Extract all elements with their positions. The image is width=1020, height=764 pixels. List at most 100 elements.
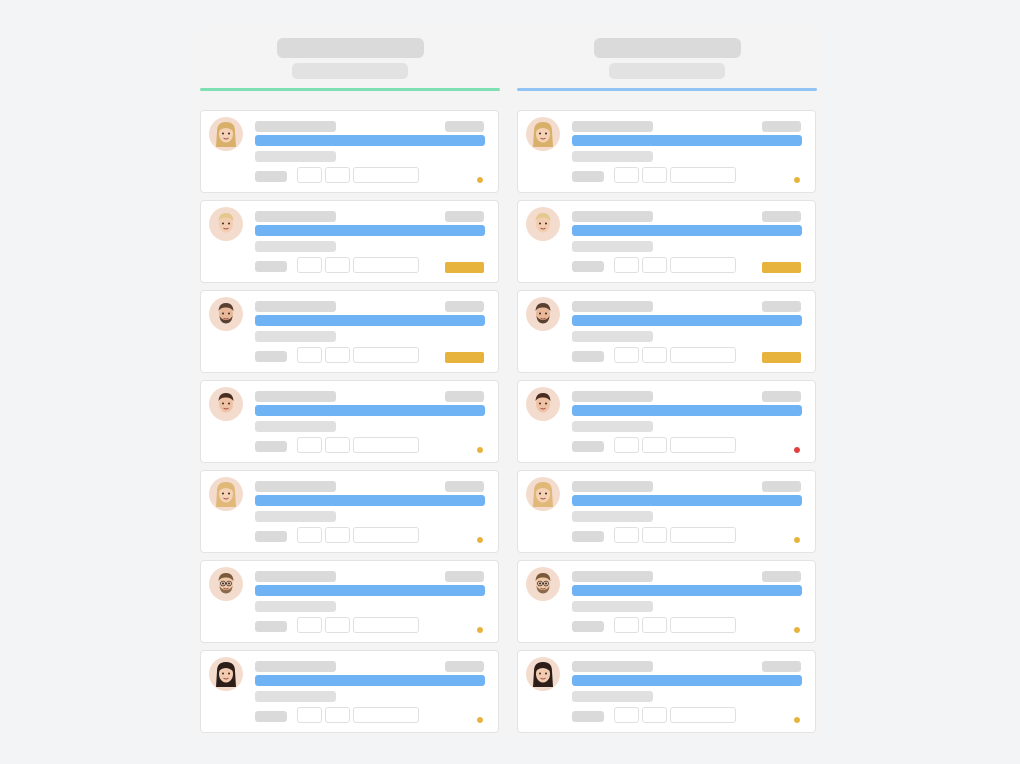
card-action-button[interactable] <box>297 167 322 183</box>
task-tag-placeholder <box>572 441 604 452</box>
assignee-name-placeholder <box>255 211 336 222</box>
card-action-button-wide[interactable] <box>353 437 419 453</box>
task-card[interactable] <box>200 380 499 463</box>
task-card[interactable] <box>200 470 499 553</box>
task-title-placeholder[interactable] <box>255 585 485 596</box>
task-title-placeholder[interactable] <box>572 585 802 596</box>
avatar-man-glasses-icon <box>209 567 243 601</box>
card-action-button-wide[interactable] <box>670 257 736 273</box>
card-action-button-wide[interactable] <box>353 167 419 183</box>
task-card[interactable] <box>200 560 499 643</box>
column-header <box>517 26 817 92</box>
status-dot <box>794 717 800 723</box>
task-card[interactable] <box>200 110 499 193</box>
card-action-button[interactable] <box>614 437 639 453</box>
date-placeholder <box>445 661 484 672</box>
card-action-button[interactable] <box>325 257 350 273</box>
card-action-button[interactable] <box>297 707 322 723</box>
task-title-placeholder[interactable] <box>255 675 485 686</box>
card-action-button[interactable] <box>325 437 350 453</box>
card-action-button[interactable] <box>642 437 667 453</box>
card-action-button-wide[interactable] <box>670 167 736 183</box>
card-action-button-wide[interactable] <box>353 707 419 723</box>
task-subtitle-placeholder <box>255 691 336 702</box>
card-action-button[interactable] <box>297 257 322 273</box>
card-action-button[interactable] <box>642 347 667 363</box>
card-action-button[interactable] <box>297 347 322 363</box>
card-action-button[interactable] <box>325 707 350 723</box>
card-action-button[interactable] <box>614 257 639 273</box>
card-action-button[interactable] <box>614 707 639 723</box>
card-action-button[interactable] <box>325 617 350 633</box>
task-subtitle-placeholder <box>255 151 336 162</box>
card-action-button[interactable] <box>325 527 350 543</box>
task-card[interactable] <box>200 290 499 373</box>
task-card[interactable] <box>517 290 816 373</box>
status-dot <box>477 177 483 183</box>
task-title-placeholder[interactable] <box>572 315 802 326</box>
task-card[interactable] <box>517 650 816 733</box>
task-subtitle-placeholder <box>572 601 653 612</box>
card-action-button[interactable] <box>297 437 322 453</box>
card-action-button[interactable] <box>642 617 667 633</box>
card-action-button[interactable] <box>642 707 667 723</box>
task-card[interactable] <box>517 560 816 643</box>
task-title-placeholder[interactable] <box>572 225 802 236</box>
task-tag-placeholder <box>255 711 287 722</box>
task-card[interactable] <box>200 200 499 283</box>
task-title-placeholder[interactable] <box>255 135 485 146</box>
card-action-button[interactable] <box>642 257 667 273</box>
task-card[interactable] <box>517 380 816 463</box>
task-title-placeholder[interactable] <box>572 675 802 686</box>
card-action-button-wide[interactable] <box>353 527 419 543</box>
task-tag-placeholder <box>572 351 604 362</box>
assignee-name-placeholder <box>572 661 653 672</box>
card-action-button[interactable] <box>642 167 667 183</box>
card-action-button[interactable] <box>614 527 639 543</box>
column-title-placeholder <box>277 38 424 58</box>
card-action-button[interactable] <box>614 167 639 183</box>
task-card[interactable] <box>517 470 816 553</box>
task-subtitle-placeholder <box>255 601 336 612</box>
card-action-button[interactable] <box>325 167 350 183</box>
card-action-button-wide[interactable] <box>670 527 736 543</box>
assignee-name-placeholder <box>572 481 653 492</box>
task-title-placeholder[interactable] <box>255 225 485 236</box>
card-action-button[interactable] <box>642 527 667 543</box>
column-subtitle-placeholder <box>292 63 408 79</box>
task-title-placeholder[interactable] <box>255 405 485 416</box>
date-placeholder <box>762 661 801 672</box>
task-tag-placeholder <box>572 531 604 542</box>
task-title-placeholder[interactable] <box>572 405 802 416</box>
card-action-button-wide[interactable] <box>670 437 736 453</box>
card-action-button-wide[interactable] <box>670 707 736 723</box>
card-action-button[interactable] <box>614 617 639 633</box>
card-action-button[interactable] <box>325 347 350 363</box>
card-action-button[interactable] <box>614 347 639 363</box>
date-placeholder <box>445 391 484 402</box>
card-action-button[interactable] <box>297 617 322 633</box>
task-title-placeholder[interactable] <box>255 495 485 506</box>
card-action-button-wide[interactable] <box>670 347 736 363</box>
card-action-button-wide[interactable] <box>353 347 419 363</box>
column-title-placeholder <box>594 38 741 58</box>
task-title-placeholder[interactable] <box>572 135 802 146</box>
task-title-placeholder[interactable] <box>572 495 802 506</box>
column-header <box>200 26 500 92</box>
task-title-placeholder[interactable] <box>255 315 485 326</box>
task-card[interactable] <box>200 650 499 733</box>
date-placeholder <box>762 121 801 132</box>
status-dot <box>794 177 800 183</box>
card-action-button-wide[interactable] <box>353 257 419 273</box>
task-card[interactable] <box>517 110 816 193</box>
status-badge <box>445 262 484 273</box>
card-action-button-wide[interactable] <box>670 617 736 633</box>
task-subtitle-placeholder <box>572 151 653 162</box>
kanban-board <box>196 26 822 738</box>
card-action-button-wide[interactable] <box>353 617 419 633</box>
avatar-blonde-woman-icon <box>526 117 560 151</box>
task-subtitle-placeholder <box>255 421 336 432</box>
task-card[interactable] <box>517 200 816 283</box>
task-tag-placeholder <box>255 531 287 542</box>
card-action-button[interactable] <box>297 527 322 543</box>
